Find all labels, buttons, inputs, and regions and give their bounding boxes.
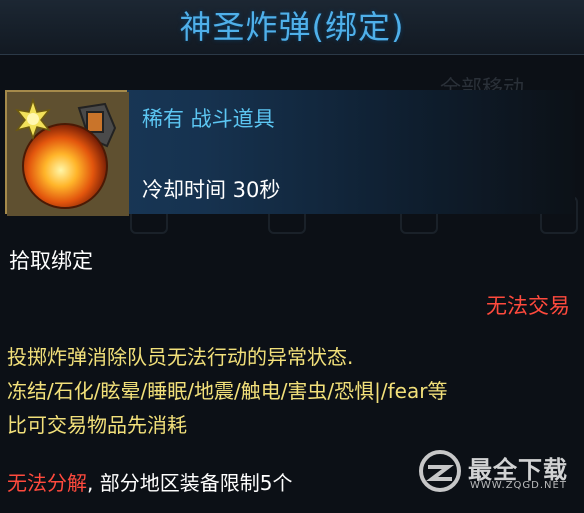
trade-status: 无法交易 bbox=[486, 294, 570, 318]
item-footer: 无法分解, 部分地区装备限制5个 bbox=[7, 467, 292, 496]
description-line: 比可交易物品先消耗 bbox=[7, 413, 187, 437]
description-line: 冻结/石化/眩晕/睡眠/地震/触电/害虫/恐惧|/fear等 bbox=[7, 379, 448, 403]
description-line: 投掷炸弹消除队员无法行动的异常状态. bbox=[7, 345, 354, 369]
disassemble-warning: 无法分解 bbox=[7, 471, 87, 495]
item-description: 投掷炸弹消除队员无法行动的异常状态. 冻结/石化/眩晕/睡眠/地震/触电/害虫/… bbox=[7, 340, 447, 442]
equip-limit-text: , 部分地区装备限制5个 bbox=[87, 471, 293, 495]
watermark-url: WWW.ZQGD.NET bbox=[470, 480, 567, 491]
item-rarity: 稀有 战斗道具 bbox=[142, 107, 275, 131]
bind-type: 拾取绑定 bbox=[9, 249, 93, 273]
site-watermark: 最全下载 WWW.ZQGD.NET bbox=[418, 447, 580, 497]
watermark-logo-icon bbox=[419, 450, 461, 492]
item-tooltip: 全部移动 神圣炸弹(绑定) 稀有 战斗道具 冷却时间 30秒 拾取绑定 无法交易… bbox=[0, 0, 584, 513]
item-name: 神圣炸弹(绑定) bbox=[179, 8, 405, 46]
item-cooldown: 冷却时间 30秒 bbox=[142, 178, 281, 202]
title-bar: 神圣炸弹(绑定) bbox=[0, 0, 584, 55]
grenade-icon bbox=[5, 90, 129, 216]
